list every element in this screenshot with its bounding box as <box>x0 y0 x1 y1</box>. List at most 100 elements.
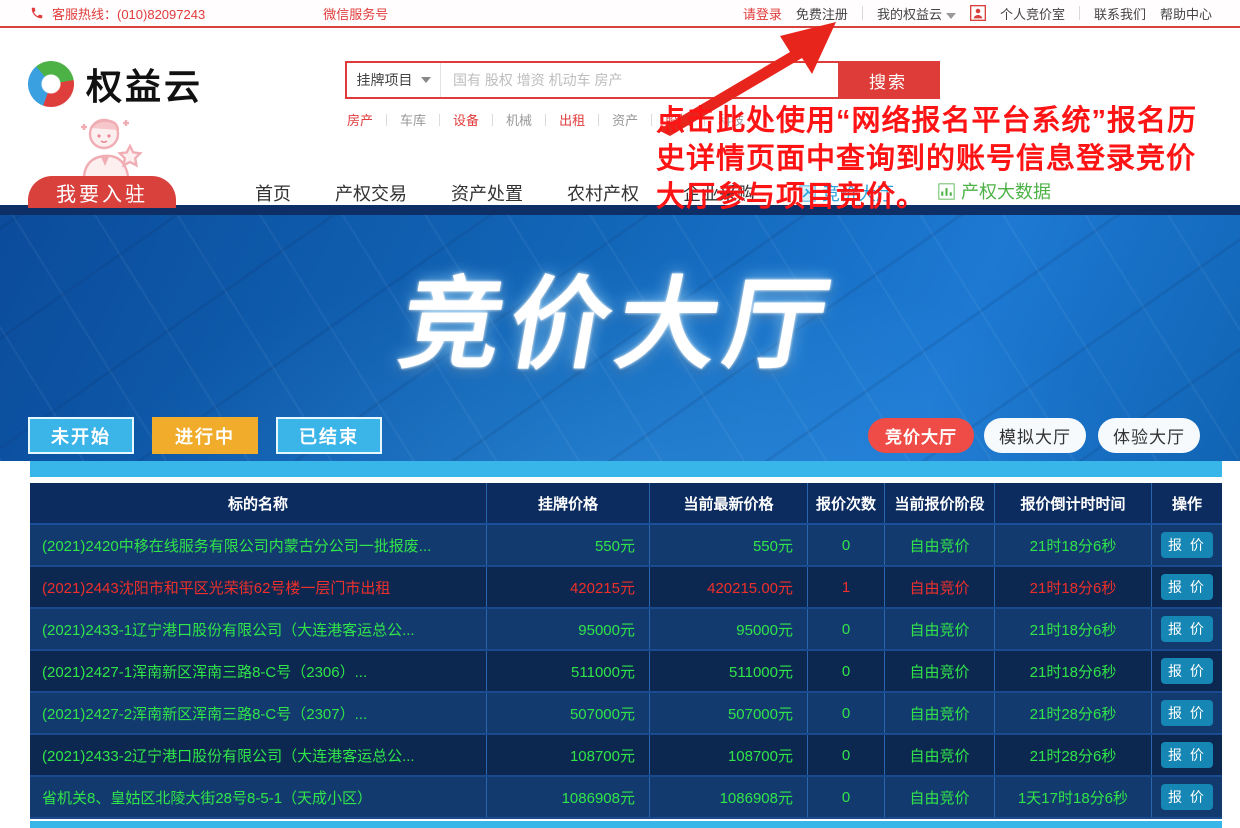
lot-name[interactable]: (2021)2433-1辽宁港口股份有限公司（大连港客运总公... <box>30 609 487 649</box>
countdown: 21时18分6秒 <box>995 525 1152 565</box>
banner-title: 竞价大厅 <box>0 243 1240 388</box>
tab-ended[interactable]: 已结束 <box>276 417 382 454</box>
topbar: 客服热线：(010)82097243 微信服务号 请登录 免费注册 我的权益云 … <box>0 0 1240 28</box>
nav-home[interactable]: 首页 <box>255 180 291 206</box>
hotlink[interactable]: 出租 <box>559 110 585 129</box>
bid-stage: 自由竞价 <box>885 735 995 775</box>
table-row: (2021)2427-1浑南新区浑南三路8-C号（2306）... 511000… <box>30 651 1222 693</box>
logo[interactable]: 权益云 <box>28 58 203 110</box>
bid-button[interactable]: 报 价 <box>1161 658 1213 684</box>
lot-name[interactable]: (2021)2427-1浑南新区浑南三路8-C号（2306）... <box>30 651 487 691</box>
col-header-name: 标的名称 <box>30 483 487 523</box>
hotlink[interactable]: 车库 <box>400 110 426 129</box>
bid-count: 0 <box>808 651 885 691</box>
filter-row: 未开始 进行中 已结束 竞价大厅 模拟大厅 体验大厅 <box>0 417 1240 457</box>
bid-stage: 自由竞价 <box>885 609 995 649</box>
list-price: 1086908元 <box>487 777 650 817</box>
login-link[interactable]: 请登录 <box>743 4 782 23</box>
nav-property-trade[interactable]: 产权交易 <box>335 180 407 206</box>
bid-stage: 自由竞价 <box>885 777 995 817</box>
current-price: 108700元 <box>650 735 808 775</box>
col-header-action: 操作 <box>1152 483 1222 523</box>
lot-name[interactable]: (2021)2420中移在线服务有限公司内蒙古分公司一批报废... <box>30 525 487 565</box>
hotlink[interactable]: 资产 <box>612 110 638 129</box>
col-header-stage: 当前报价阶段 <box>885 483 995 523</box>
table-row: (2021)2427-2浑南新区浑南三路8-C号（2307）... 507000… <box>30 693 1222 735</box>
table-row: (2021)2443沈阳市和平区光荣街62号楼一层门市出租 420215元 42… <box>30 567 1222 609</box>
current-price: 95000元 <box>650 609 808 649</box>
current-price: 507000元 <box>650 693 808 733</box>
col-header-current-price: 当前最新价格 <box>650 483 808 523</box>
bid-button[interactable]: 报 价 <box>1161 742 1213 768</box>
current-price: 550元 <box>650 525 808 565</box>
lot-name[interactable]: (2021)2427-2浑南新区浑南三路8-C号（2307）... <box>30 693 487 733</box>
bid-stage: 自由竞价 <box>885 651 995 691</box>
countdown: 21时18分6秒 <box>995 609 1152 649</box>
hotlink[interactable]: 设备 <box>453 110 479 129</box>
register-link[interactable]: 免费注册 <box>796 4 848 23</box>
bid-count: 0 <box>808 693 885 733</box>
col-header-bid-count: 报价次数 <box>808 483 885 523</box>
bid-button[interactable]: 报 价 <box>1161 784 1213 810</box>
bid-count: 1 <box>808 567 885 607</box>
bid-count: 0 <box>808 735 885 775</box>
nav-rural-property[interactable]: 农村产权 <box>567 180 639 206</box>
lot-name[interactable]: 省机关8、皇姑区北陵大街28号8-5-1（天成小区） <box>30 777 487 817</box>
lot-name[interactable]: (2021)2433-2辽宁港口股份有限公司（大连港客运总公... <box>30 735 487 775</box>
personal-bid-room-link[interactable]: 个人竞价室 <box>1000 4 1065 23</box>
tab-not-started[interactable]: 未开始 <box>28 417 134 454</box>
bid-count: 0 <box>808 525 885 565</box>
nav-asset-disposal[interactable]: 资产处置 <box>451 180 523 206</box>
list-price: 511000元 <box>487 651 650 691</box>
table-header-row: 标的名称 挂牌价格 当前最新价格 报价次数 当前报价阶段 报价倒计时时间 操作 <box>30 483 1222 525</box>
bid-button[interactable]: 报 价 <box>1161 616 1213 642</box>
divider <box>1079 6 1080 20</box>
search-category-dropdown[interactable]: 挂牌项目 <box>347 63 441 97</box>
button-bidding-hall[interactable]: 竞价大厅 <box>868 418 974 453</box>
bid-button[interactable]: 报 价 <box>1161 532 1213 558</box>
hotlink[interactable]: 机械 <box>506 110 532 129</box>
bid-button[interactable]: 报 价 <box>1161 574 1213 600</box>
list-price: 108700元 <box>487 735 650 775</box>
divider <box>545 114 546 126</box>
search-input[interactable] <box>441 63 838 97</box>
current-price: 1086908元 <box>650 777 808 817</box>
divider <box>598 114 599 126</box>
topbar-left: 客服热线：(010)82097243 微信服务号 <box>30 4 388 23</box>
button-simulation-hall[interactable]: 模拟大厅 <box>984 418 1086 453</box>
bid-count: 0 <box>808 609 885 649</box>
divider <box>386 114 387 126</box>
contact-link[interactable]: 联系我们 <box>1094 4 1146 23</box>
chevron-down-icon <box>421 77 431 83</box>
bid-count: 0 <box>808 777 885 817</box>
wechat-link[interactable]: 微信服务号 <box>323 4 388 23</box>
mascot-illustration <box>58 114 154 185</box>
bidding-table: 标的名称 挂牌价格 当前最新价格 报价次数 当前报价阶段 报价倒计时时间 操作 … <box>30 483 1222 819</box>
countdown: 21时18分6秒 <box>995 567 1152 607</box>
my-account-menu[interactable]: 我的权益云 <box>877 4 956 23</box>
search-button[interactable]: 搜索 <box>838 63 938 97</box>
join-us-button[interactable]: 我要入驻 <box>28 176 176 208</box>
col-header-countdown: 报价倒计时时间 <box>995 483 1152 523</box>
phone-icon <box>30 6 44 20</box>
hotlink[interactable]: 房产 <box>347 110 373 129</box>
countdown: 21时18分6秒 <box>995 651 1152 691</box>
lot-name[interactable]: (2021)2443沈阳市和平区光荣街62号楼一层门市出租 <box>30 567 487 607</box>
list-price: 507000元 <box>487 693 650 733</box>
user-icon <box>970 5 986 21</box>
list-price: 95000元 <box>487 609 650 649</box>
search-bar: 挂牌项目 搜索 <box>345 61 940 99</box>
tutorial-annotation-text: 点击此处使用“网络报名平台系统”报名历史详情页面中查询到的账号信息登录竞价大厅参… <box>656 102 1216 216</box>
col-header-list-price: 挂牌价格 <box>487 483 650 523</box>
hotline-text: 客服热线：(010)82097243 <box>52 4 205 23</box>
countdown: 21时28分6秒 <box>995 735 1152 775</box>
logo-swirl-icon <box>28 61 74 107</box>
help-link[interactable]: 帮助中心 <box>1160 4 1212 23</box>
bid-button[interactable]: 报 价 <box>1161 700 1213 726</box>
chevron-down-icon <box>946 13 956 19</box>
divider <box>492 114 493 126</box>
tab-in-progress[interactable]: 进行中 <box>152 417 258 454</box>
current-price: 420215.00元 <box>650 567 808 607</box>
button-trial-hall[interactable]: 体验大厅 <box>1098 418 1200 453</box>
table-row: (2021)2420中移在线服务有限公司内蒙古分公司一批报废... 550元 5… <box>30 525 1222 567</box>
